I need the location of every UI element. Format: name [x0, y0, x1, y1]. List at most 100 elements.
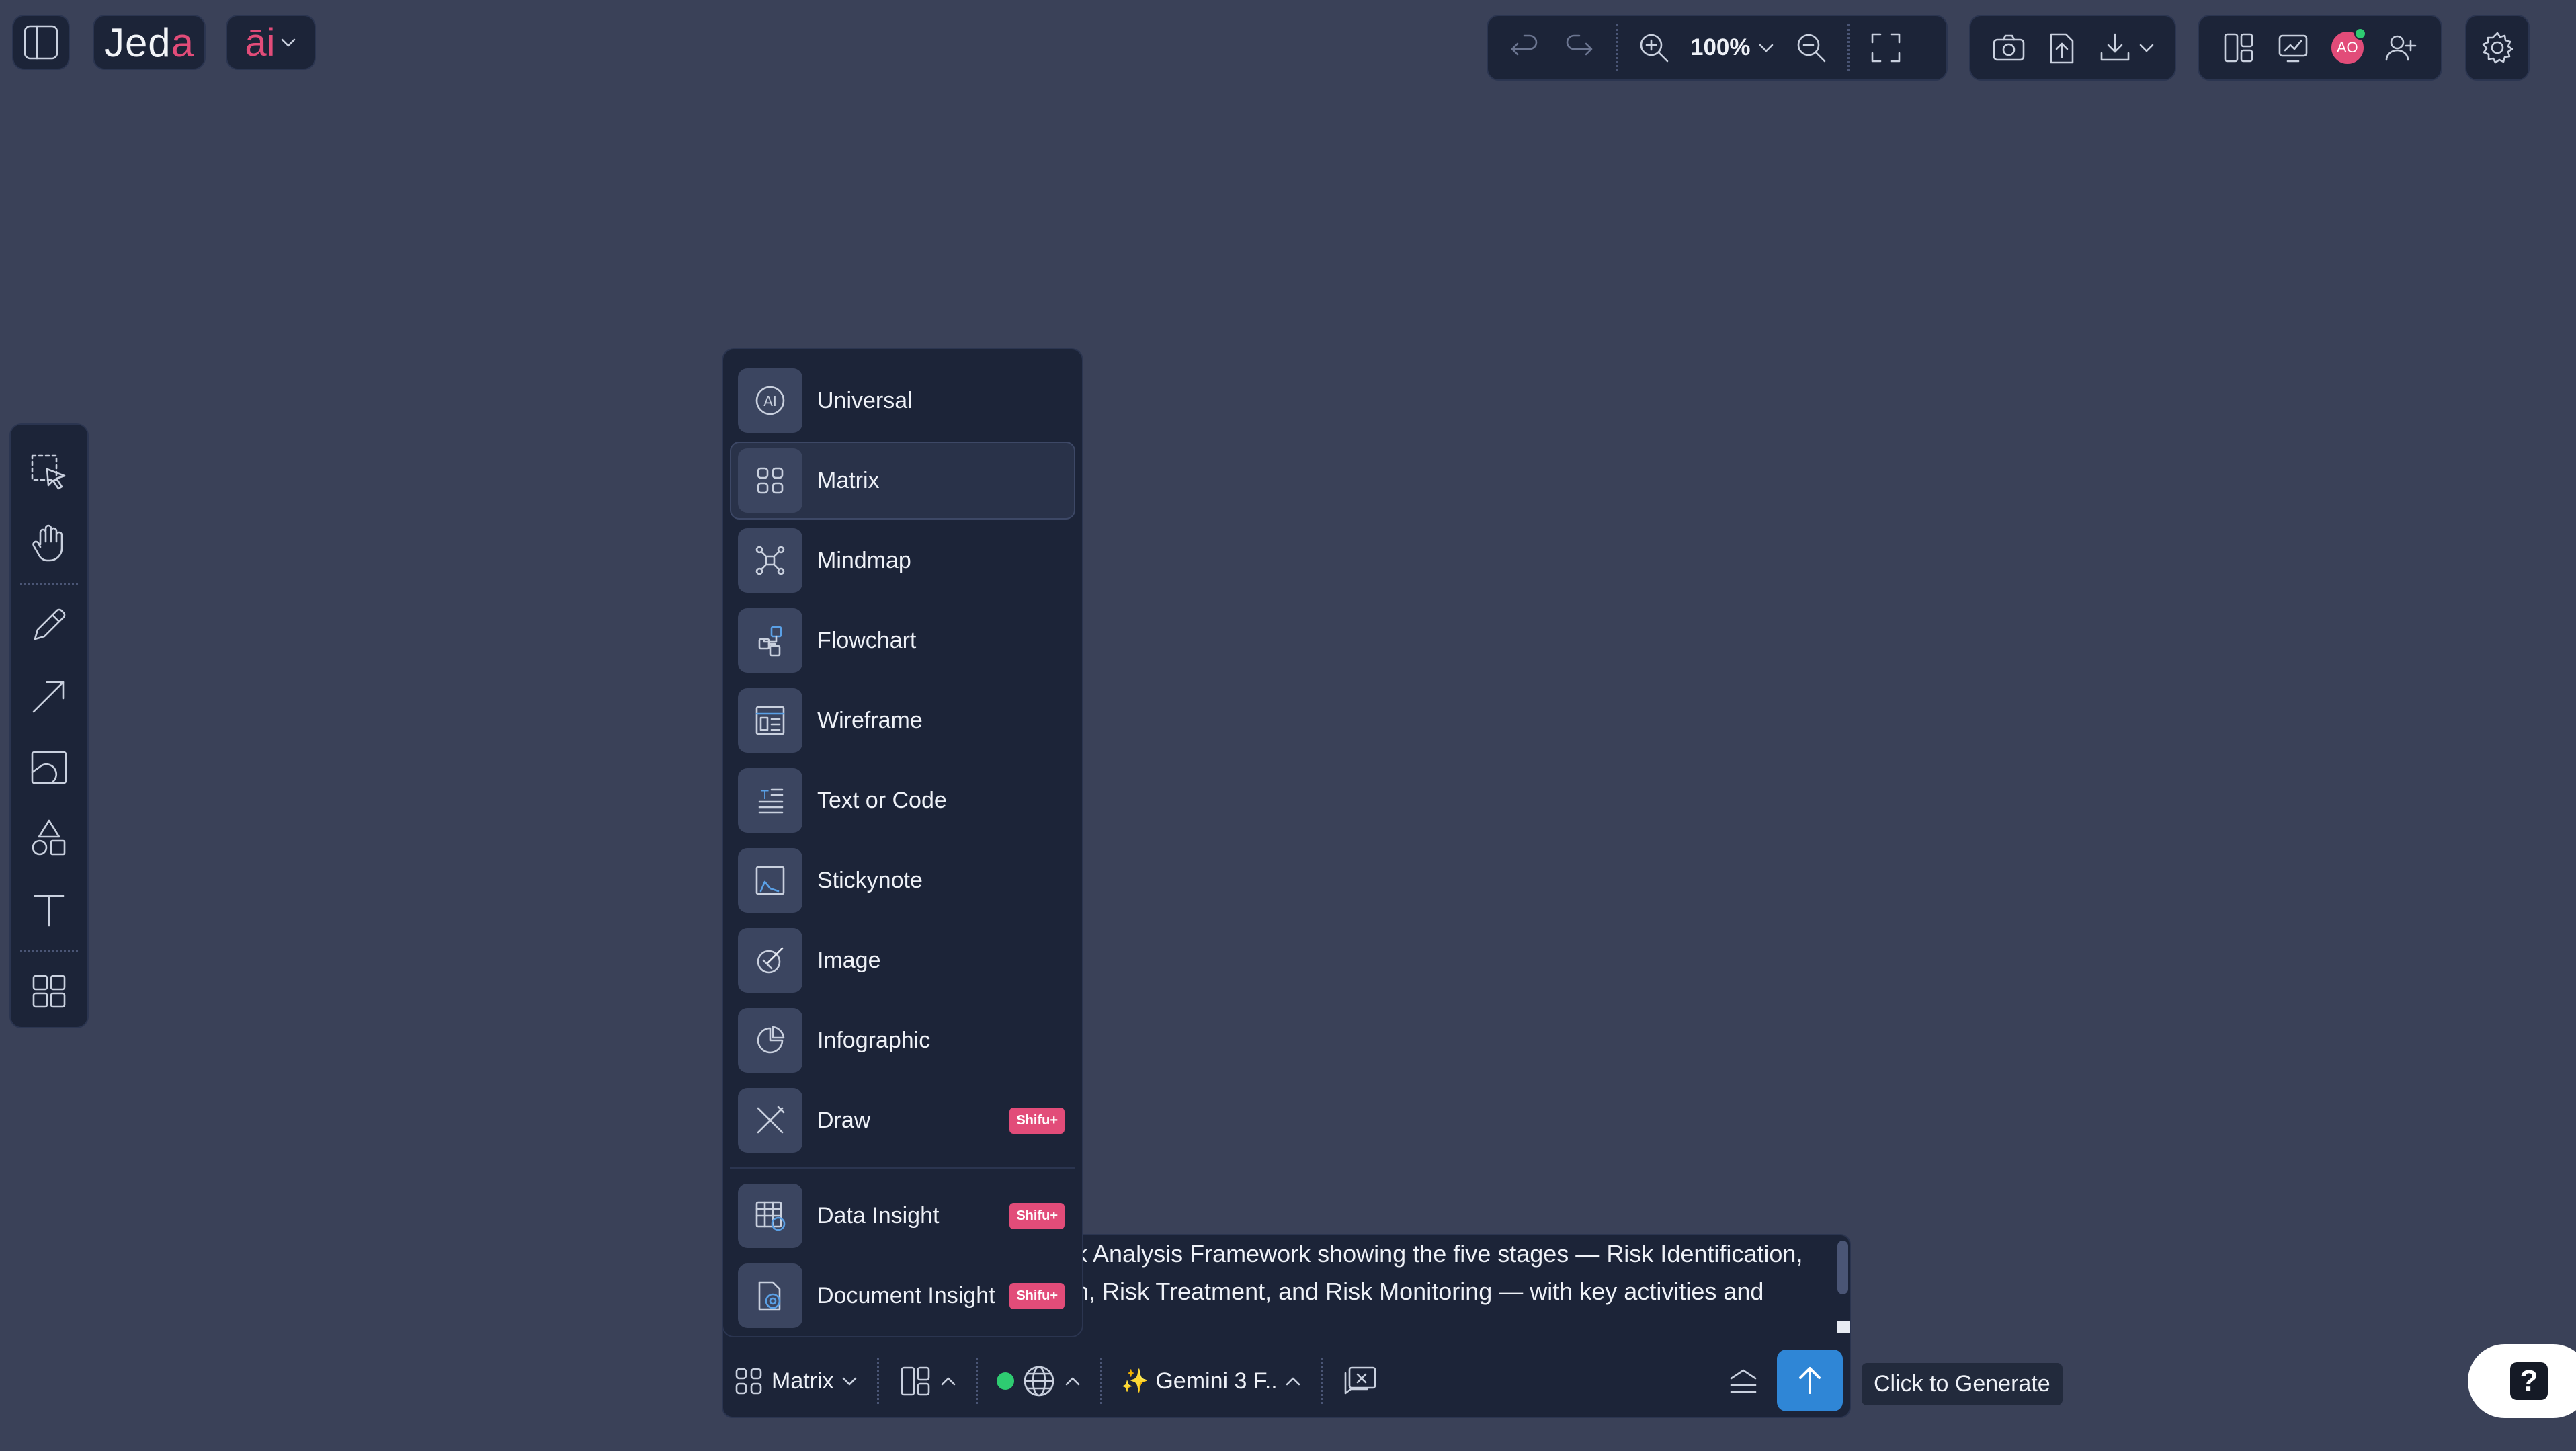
- ai-label: āi: [245, 20, 276, 65]
- menu-item-draw[interactable]: Draw Shifu+: [730, 1081, 1075, 1159]
- download-icon: [2100, 33, 2129, 61]
- rail-divider: [20, 950, 78, 952]
- shifu-plus-badge: Shifu+: [1009, 1107, 1065, 1134]
- web-search-selector[interactable]: [996, 1363, 1081, 1399]
- redo-icon[interactable]: [1561, 29, 1598, 67]
- menu-item-label: Text or Code: [817, 787, 947, 813]
- mode-selector-label: Matrix: [772, 1368, 834, 1394]
- image-tool[interactable]: [19, 737, 79, 798]
- fullscreen-icon[interactable]: [1867, 29, 1905, 67]
- toolbar-divider: [1847, 24, 1850, 71]
- menu-item-data-insight[interactable]: Data Insight Shifu+: [730, 1177, 1075, 1255]
- composer-toolbar: Matrix ✨ Gemini 3 F..: [733, 1354, 1841, 1409]
- collab-toolbar: AO: [2198, 15, 2442, 81]
- sidebar-toggle-button[interactable]: [12, 15, 70, 70]
- chevron-down-icon: [281, 38, 295, 47]
- prompt-line: k Analysis Framework showing the five st…: [1075, 1240, 1803, 1268]
- wireframe-icon: [738, 688, 802, 753]
- layout-panels-icon[interactable]: [2220, 29, 2257, 67]
- select-cursor-icon: [31, 454, 66, 490]
- composer-divider: [1320, 1358, 1323, 1404]
- chevron-down-icon: [1759, 44, 1773, 52]
- ai-icon: AI: [738, 368, 802, 433]
- composer-divider: [975, 1358, 978, 1404]
- templates-tool[interactable]: [19, 961, 79, 1022]
- matrix-icon: [735, 1368, 762, 1395]
- pie-chart-icon: [738, 1008, 802, 1073]
- text-tool[interactable]: [19, 880, 79, 940]
- zoom-in-icon[interactable]: [1635, 29, 1673, 67]
- data-table-icon: [738, 1184, 802, 1248]
- menu-item-image[interactable]: Image: [730, 921, 1075, 999]
- online-status-dot: [2354, 28, 2366, 40]
- menu-item-matrix[interactable]: Matrix: [730, 442, 1075, 520]
- prompt-scrollbar[interactable]: [1837, 1241, 1848, 1294]
- prompt-line: n, Risk Treatment, and Risk Monitoring —…: [1075, 1278, 1764, 1305]
- chat-history-button[interactable]: [1341, 1364, 1379, 1399]
- upload-icon[interactable]: [2043, 29, 2081, 67]
- frame-icon: [31, 751, 67, 784]
- expand-button[interactable]: [1726, 1364, 1761, 1399]
- arrow-up-icon: [1799, 1367, 1821, 1394]
- menu-item-mindmap[interactable]: Mindmap: [730, 522, 1075, 599]
- model-selector[interactable]: ✨ Gemini 3 F..: [1121, 1368, 1302, 1395]
- menu-item-label: Universal: [817, 387, 913, 413]
- generate-button[interactable]: [1777, 1350, 1843, 1411]
- pan-tool[interactable]: [19, 513, 79, 574]
- menu-item-wireframe[interactable]: Wireframe: [730, 681, 1075, 759]
- arrow-tool[interactable]: [19, 666, 79, 727]
- app-logo[interactable]: Jeda: [93, 15, 206, 70]
- menu-item-infographic[interactable]: Infographic: [730, 1001, 1075, 1079]
- ai-menu-button[interactable]: āi: [226, 15, 316, 70]
- pencil-tool[interactable]: [19, 595, 79, 655]
- resize-handle[interactable]: [1837, 1321, 1850, 1333]
- chat-icon: [1344, 1366, 1376, 1395]
- gear-icon: [2482, 32, 2513, 64]
- draw-tools-icon: [738, 1088, 802, 1153]
- menu-item-flowchart[interactable]: Flowchart: [730, 602, 1075, 679]
- user-avatar[interactable]: AO: [2329, 28, 2366, 66]
- add-user-icon[interactable]: [2382, 29, 2420, 67]
- menu-item-label: Infographic: [817, 1027, 931, 1053]
- select-tool[interactable]: [19, 442, 79, 503]
- menu-item-stickynote[interactable]: Stickynote: [730, 841, 1075, 919]
- rail-divider: [20, 583, 78, 585]
- flowchart-icon: [738, 608, 802, 673]
- chevron-up-icon: [1065, 1377, 1079, 1386]
- zoom-out-icon[interactable]: [1792, 29, 1830, 67]
- prompt-input[interactable]: k Analysis Framework showing the five st…: [1075, 1235, 1820, 1336]
- menu-item-label: Image: [817, 947, 881, 973]
- camera-icon[interactable]: [1990, 29, 2028, 67]
- view-toolbar: 100%: [1487, 15, 1948, 81]
- menu-item-universal[interactable]: AI Universal: [730, 362, 1075, 440]
- present-icon[interactable]: [2274, 29, 2312, 67]
- download-dropdown[interactable]: [2096, 29, 2155, 67]
- svg-text:AI: AI: [763, 393, 777, 409]
- zoom-level-dropdown[interactable]: 100%: [1690, 34, 1775, 61]
- menu-item-text-or-code[interactable]: T Text or Code: [730, 761, 1075, 839]
- shifu-plus-badge: Shifu+: [1009, 1282, 1065, 1309]
- menu-item-label: Wireframe: [817, 707, 923, 733]
- hand-icon: [32, 524, 63, 562]
- menu-item-document-insight[interactable]: Document Insight Shifu+: [730, 1257, 1075, 1335]
- undo-icon[interactable]: [1505, 29, 1543, 67]
- settings-button[interactable]: [2465, 15, 2530, 81]
- text-icon: [34, 895, 65, 927]
- menu-item-label: Stickynote: [817, 867, 923, 893]
- svg-text:T: T: [761, 788, 770, 802]
- composer-divider: [1099, 1358, 1102, 1404]
- chevron-up-icon: [1286, 1377, 1300, 1386]
- help-button[interactable]: ?: [2468, 1344, 2576, 1418]
- layout-selector[interactable]: [898, 1364, 957, 1399]
- logo-text: Jeda: [103, 19, 195, 65]
- generate-tooltip: Click to Generate: [1862, 1363, 2063, 1405]
- menu-item-label: Matrix: [817, 467, 880, 493]
- mindmap-icon: [738, 528, 802, 593]
- chevron-down-icon: [842, 1377, 856, 1386]
- menu-item-label: Draw: [817, 1107, 871, 1133]
- shapes-icon: [32, 819, 66, 856]
- shapes-tool[interactable]: [19, 809, 79, 869]
- document-insight-icon: [738, 1263, 802, 1328]
- menu-item-label: Data Insight: [817, 1202, 940, 1229]
- mode-selector[interactable]: Matrix: [733, 1365, 858, 1397]
